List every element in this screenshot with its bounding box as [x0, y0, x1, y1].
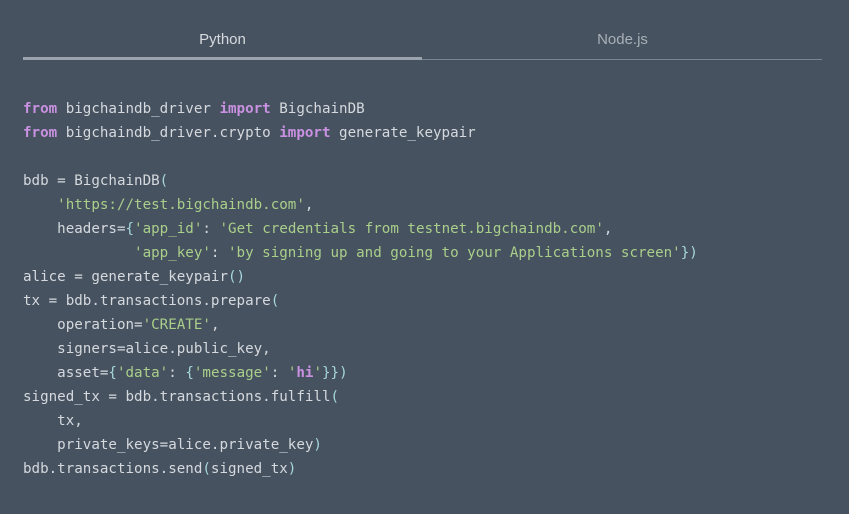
code-string: 'data' — [116, 365, 169, 381]
code-line: bdb.transactions.send(signed_tx) — [23, 457, 823, 481]
code-line: headers={'app_id': 'Get credentials from… — [23, 217, 823, 241]
code-line: tx, — [23, 409, 823, 433]
code-line: asset={'data': {'message': 'hi'}}) — [23, 361, 823, 385]
code-keyword: from — [23, 125, 58, 141]
code-text: bigchaindb_driver.crypto — [57, 125, 280, 141]
code-bracket: { — [125, 221, 135, 237]
code-bracket: ( — [330, 389, 340, 405]
code-bracket: () — [228, 269, 246, 285]
code-keyword: import — [279, 125, 331, 141]
code-text: signed_tx = bdb.transactions.fulfill — [23, 389, 331, 405]
code-text: , — [603, 221, 613, 237]
code-bracket: ( — [159, 173, 169, 189]
code-keyword: import — [219, 101, 271, 117]
code-line: from bigchaindb_driver import BigchainDB — [23, 97, 823, 121]
code-string: 'Get credentials from testnet.bigchaindb… — [219, 221, 604, 237]
code-line: 'app_key': 'by signing up and going to y… — [23, 241, 823, 265]
code-text: , — [304, 197, 314, 213]
code-text: bdb = BigchainDB — [23, 173, 160, 189]
code-string: 'by signing up and going to your Applica… — [228, 245, 681, 261]
code-string: 'app_id' — [134, 221, 203, 237]
code-text: : — [270, 365, 288, 381]
code-text: signed_tx — [210, 461, 288, 477]
code-line: signed_tx = bdb.transactions.fulfill( — [23, 385, 823, 409]
code-text: : — [168, 365, 186, 381]
code-string: 'app_key' — [134, 245, 211, 261]
code-text: operation= — [23, 317, 143, 333]
code-bracket: }}) — [322, 365, 348, 381]
code-string: 'message' — [193, 365, 271, 381]
code-keyword: hi — [296, 365, 314, 381]
code-text: : — [202, 221, 220, 237]
tab-nodejs[interactable]: Node.js — [423, 22, 822, 56]
code-bracket: { — [185, 365, 194, 381]
code-bracket: ) — [313, 437, 322, 453]
code-bracket: ( — [270, 293, 280, 309]
code-text: bigchaindb_driver — [57, 101, 220, 117]
code-text: , — [210, 317, 220, 333]
code-string: 'CREATE' — [142, 317, 211, 333]
active-tab-indicator — [23, 57, 422, 60]
code-bracket: ) — [287, 461, 297, 477]
code-text: private_keys=alice.private_key — [23, 437, 314, 453]
code-line: tx = bdb.transactions.prepare( — [23, 289, 823, 313]
code-keyword: from — [23, 101, 58, 117]
code-string: 'https://test.bigchaindb.com' — [57, 197, 305, 213]
code-string: ' — [313, 365, 323, 381]
code-text: asset= — [23, 365, 109, 381]
code-bracket: { — [108, 365, 117, 381]
code-text: BigchainDB — [270, 101, 365, 117]
code-bracket: }) — [680, 245, 698, 261]
code-bracket: ( — [202, 461, 211, 477]
code-line: alice = generate_keypair() — [23, 265, 823, 289]
code-line: signers=alice.public_key, — [23, 337, 823, 361]
code-line: operation='CREATE', — [23, 313, 823, 337]
code-text: generate_keypair — [330, 125, 476, 141]
code-text: bdb.transactions.send — [23, 461, 203, 477]
code-text: headers= — [23, 221, 126, 237]
code-block[interactable]: from bigchaindb_driver import BigchainDB… — [23, 97, 823, 481]
code-line: from bigchaindb_driver.crypto import gen… — [23, 121, 823, 145]
tab-python[interactable]: Python — [23, 22, 422, 56]
code-text: alice = generate_keypair — [23, 269, 228, 285]
code-text: : — [210, 245, 229, 261]
code-line: bdb = BigchainDB( — [23, 169, 823, 193]
code-text: tx, — [23, 413, 83, 429]
code-line: 'https://test.bigchaindb.com', — [23, 193, 823, 217]
language-tabs: Python Node.js — [23, 22, 822, 60]
code-text: tx = bdb.transactions.prepare — [23, 293, 271, 309]
code-text: signers=alice.public_key, — [23, 341, 271, 357]
code-line: private_keys=alice.private_key) — [23, 433, 823, 457]
